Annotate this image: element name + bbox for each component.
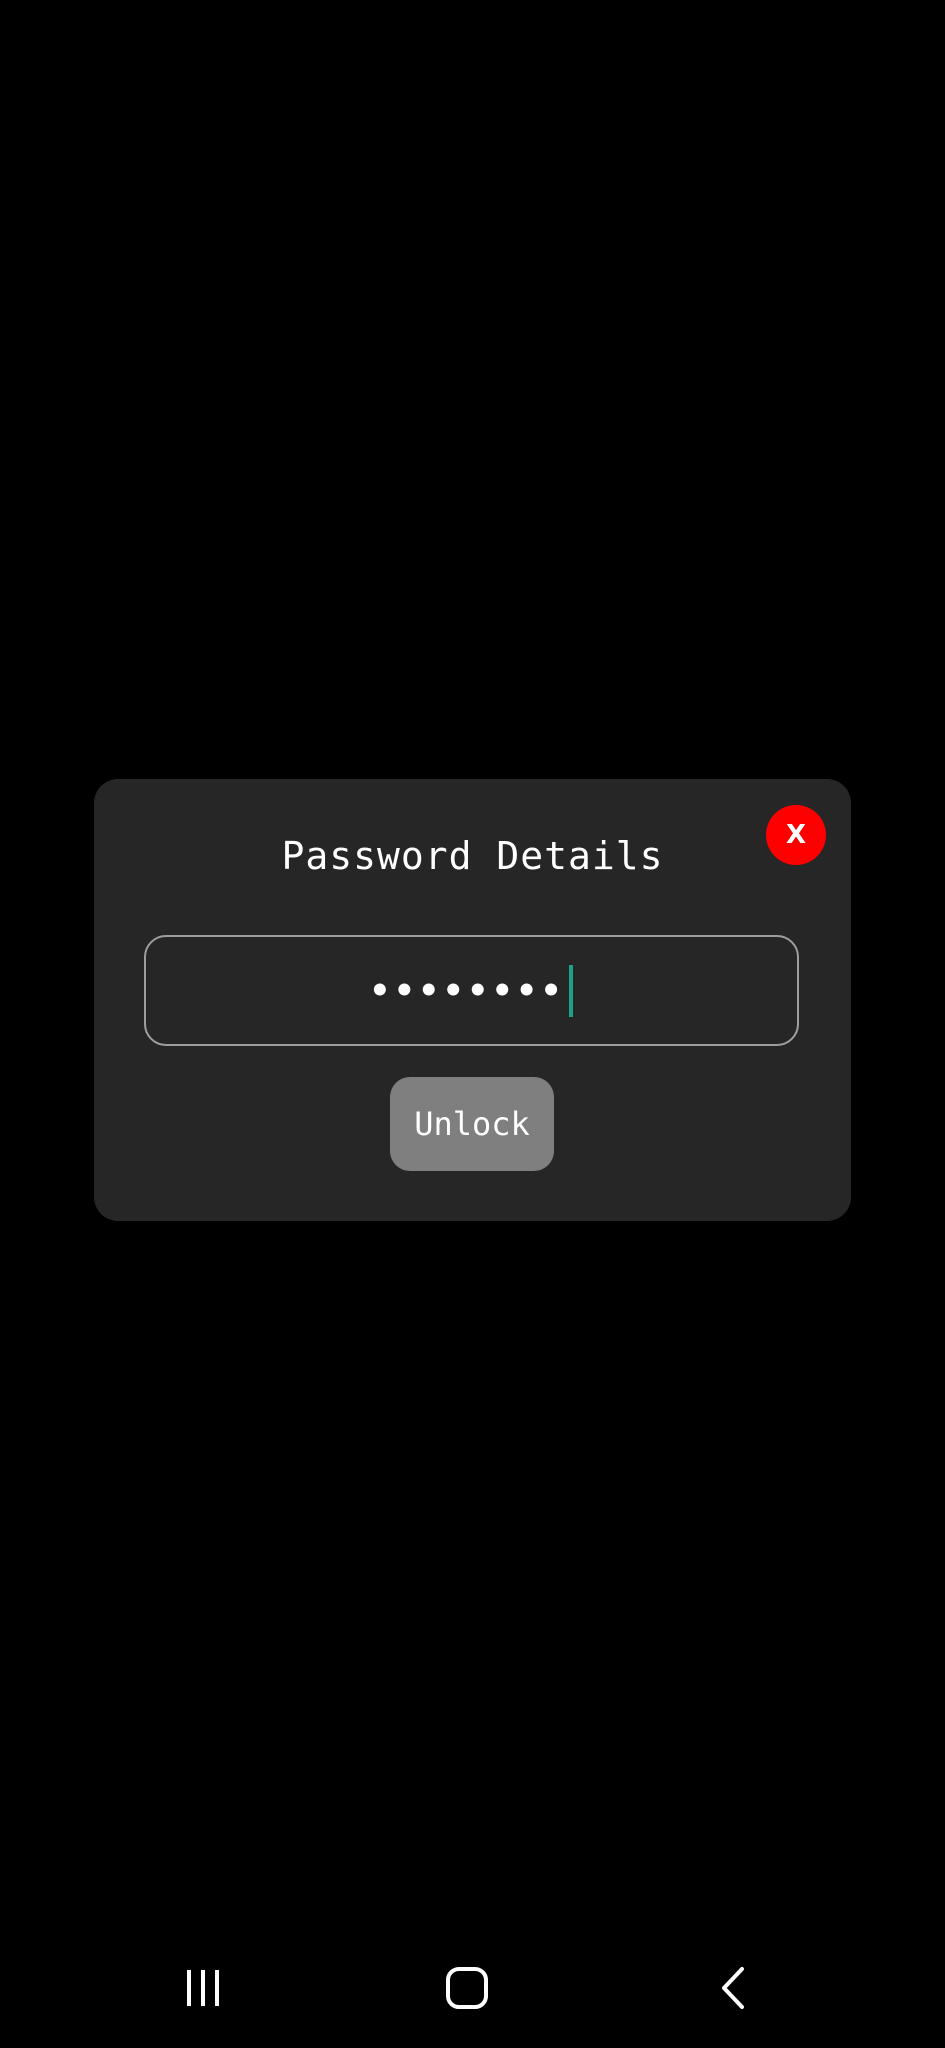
recent-apps-icon <box>187 1970 219 2006</box>
back-icon <box>722 1967 744 2009</box>
recent-apps-button[interactable] <box>168 1958 238 2018</box>
screen: X Password Details •••••••• Unlock <box>0 0 945 2048</box>
back-button[interactable] <box>698 1958 768 2018</box>
unlock-button[interactable]: Unlock <box>390 1077 554 1171</box>
navigation-bar <box>0 1928 945 2048</box>
home-icon <box>446 1967 488 2009</box>
password-dialog: X Password Details •••••••• Unlock <box>94 779 851 1221</box>
password-input[interactable]: •••••••• <box>144 935 799 1046</box>
dialog-title: Password Details <box>281 834 664 878</box>
password-value: •••••••• <box>369 970 566 1011</box>
text-cursor <box>569 964 574 1017</box>
home-button[interactable] <box>432 1958 502 2018</box>
